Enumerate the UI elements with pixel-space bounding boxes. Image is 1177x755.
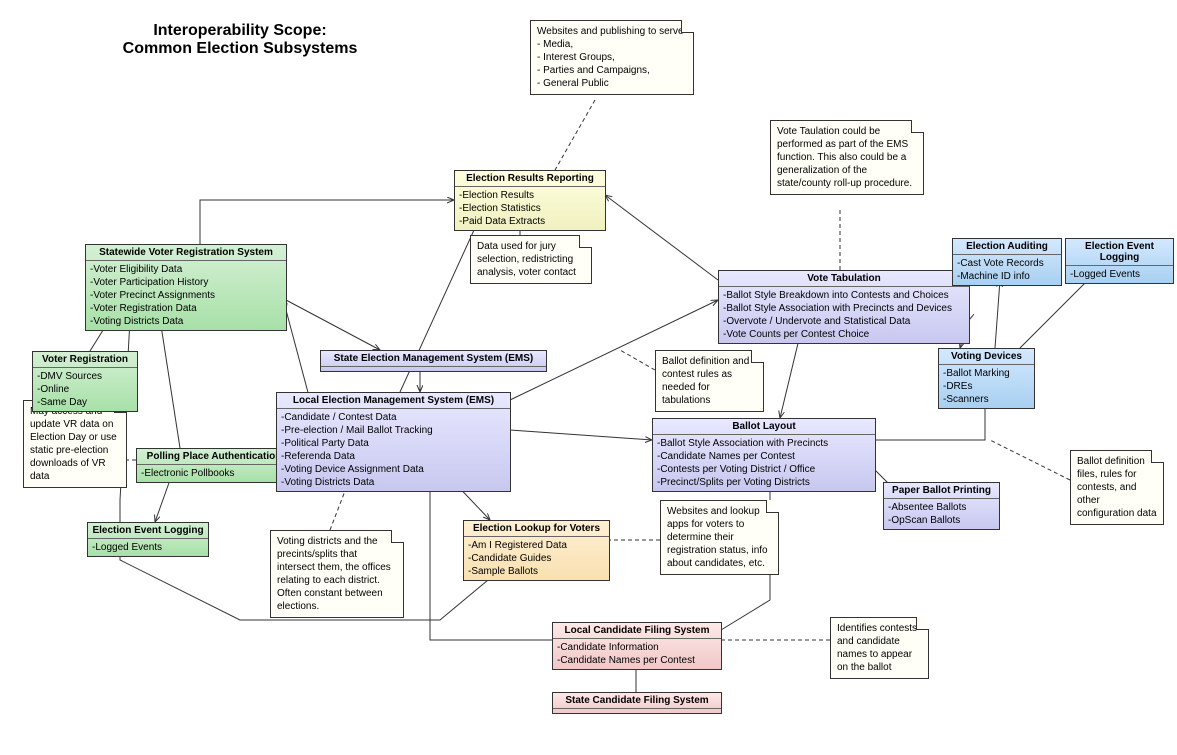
box-results-reporting: Election Results Reporting-Election Resu… bbox=[454, 170, 606, 231]
note-jury: Data used for jury selection, redistrict… bbox=[470, 235, 592, 284]
box-vote-tabulation: Vote Tabulation-Ballot Style Breakdown i… bbox=[718, 270, 970, 344]
box-voting-devices: Voting Devices-Ballot Marking-DREs-Scann… bbox=[938, 348, 1035, 409]
box-lookup-voters: Election Lookup for Voters-Am I Register… bbox=[463, 520, 610, 581]
box-local-candidate-filing: Local Candidate Filing System-Candidate … bbox=[552, 622, 722, 670]
note-tabulation: Vote Taulation could be performed as par… bbox=[770, 120, 924, 195]
box-state-ems: State Election Management System (EMS) bbox=[320, 350, 547, 372]
note-ballot-def: Ballot definition and contest rules as n… bbox=[655, 350, 764, 412]
box-election-auditing: Election Auditing-Cast Vote Records-Mach… bbox=[952, 238, 1062, 286]
box-voter-registration: Voter Registration-DMV Sources-Online-Sa… bbox=[32, 351, 138, 412]
note-voting-districts: Voting districts and the precints/splits… bbox=[270, 530, 404, 618]
box-local-ems: Local Election Management System (EMS)-C… bbox=[276, 392, 511, 492]
note-vr-access: May access and update VR data on Electio… bbox=[23, 400, 127, 488]
note-identifies: Identifies contests and candidate names … bbox=[830, 617, 929, 679]
box-ballot-layout: Ballot Layout-Ballot Style Association w… bbox=[652, 418, 876, 492]
note-ballot-files: Ballot definition files, rules for conte… bbox=[1070, 450, 1164, 525]
box-event-logging-left: Election Event Logging-Logged Events bbox=[87, 522, 209, 557]
box-svrs: Statewide Voter Registration System-Vote… bbox=[85, 244, 287, 331]
box-paper-ballot-printing: Paper Ballot Printing-Absentee Ballots-O… bbox=[883, 482, 1000, 530]
box-state-candidate-filing: State Candidate Filing System bbox=[552, 692, 722, 714]
note-publishing: Websites and publishing to serve- Media,… bbox=[530, 20, 694, 95]
box-polling-place-auth: Polling Place Authentication-Electronic … bbox=[136, 448, 292, 483]
note-lookup: Websites and lookup apps for voters to d… bbox=[660, 500, 779, 575]
box-event-logging-right: Election Event Logging-Logged Events bbox=[1065, 238, 1174, 284]
